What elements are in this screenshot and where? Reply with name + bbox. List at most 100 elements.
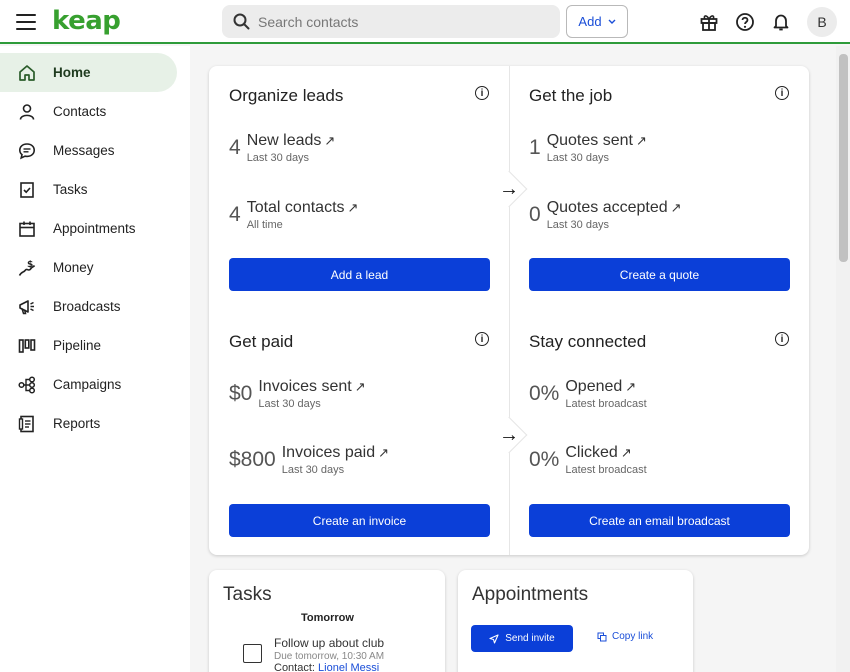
sidebar-item-label: Reports — [53, 416, 101, 431]
scrollbar[interactable] — [836, 46, 850, 672]
metric-label: Quotes sent — [546, 132, 633, 149]
create-invoice-button[interactable]: Create an invoice — [229, 504, 490, 537]
task-contact-link[interactable]: Lionel Messi — [318, 662, 379, 672]
metric-label: Clicked — [565, 444, 618, 461]
panel-title: Stay connected — [529, 332, 647, 351]
task-checkbox[interactable] — [243, 644, 262, 663]
bell-icon[interactable] — [770, 11, 792, 33]
panel-title: Get paid — [229, 332, 294, 351]
sidebar-item-contacts[interactable]: Contacts — [0, 92, 177, 131]
stay-connected-panel: Stay connected i 0% Opened ↗ Latest broad… — [509, 311, 809, 556]
metric-label: Quotes accepted — [546, 199, 668, 216]
metric-value: 0 — [529, 203, 541, 226]
sidebar-item-label: Appointments — [53, 221, 136, 236]
sidebar-item-label: Broadcasts — [53, 299, 121, 314]
top-bar: keap Add B — [0, 0, 850, 44]
gift-icon[interactable] — [698, 11, 720, 33]
send-icon — [489, 633, 499, 644]
copy-link-button[interactable]: Copy link — [597, 631, 653, 642]
organize-leads-panel: Organize leads i 4 New leads ↗ Last 30 da… — [209, 66, 509, 311]
calendar-icon — [16, 218, 38, 240]
sidebar-item-broadcasts[interactable]: Broadcasts — [0, 287, 177, 326]
create-email-broadcast-button[interactable]: Create an email broadcast — [529, 504, 790, 537]
sidebar-item-money[interactable]: $ Money — [0, 248, 177, 287]
search-icon — [233, 13, 250, 30]
sidebar-item-tasks[interactable]: Tasks — [0, 170, 177, 209]
copy-icon — [597, 632, 607, 641]
metric-value: 1 — [529, 136, 541, 159]
metric-sub: Last 30 days — [246, 152, 310, 164]
create-quote-button[interactable]: Create a quote — [529, 258, 790, 291]
sidebar-item-reports[interactable]: Reports — [0, 404, 177, 443]
metric-value: 0% — [529, 382, 560, 405]
metric-invoices-sent[interactable]: $0 Invoices sent ↗ Last 30 days — [229, 378, 366, 411]
copy-link-label: Copy link — [612, 631, 654, 642]
metric-clicked[interactable]: 0% Clicked ↗ Latest broadcast — [529, 444, 647, 477]
panel-title: Get the job — [529, 86, 613, 105]
metric-sub: Last 30 days — [281, 464, 345, 476]
add-label: Add — [578, 14, 602, 29]
task-contact: Contact: Lionel Messi — [274, 662, 379, 672]
metric-opened[interactable]: 0% Opened ↗ Latest broadcast — [529, 378, 647, 411]
info-icon[interactable]: i — [775, 332, 789, 346]
sidebar-item-label: Money — [53, 260, 94, 275]
metric-sub: Last 30 days — [546, 152, 610, 164]
task-title[interactable]: Follow up about club — [274, 636, 384, 650]
external-link-icon: ↗ — [354, 379, 366, 394]
home-icon — [16, 62, 38, 84]
info-icon[interactable]: i — [475, 332, 489, 346]
metric-label: Opened — [565, 378, 623, 395]
metric-value: $0 — [229, 382, 253, 405]
report-icon — [16, 413, 38, 435]
sidebar-item-home[interactable]: Home — [0, 53, 177, 92]
dashboard-card: Organize leads i 4 New leads ↗ Last 30 da… — [209, 66, 809, 555]
tasks-card: Tasks Tomorrow Follow up about club Due … — [209, 570, 445, 672]
sidebar-item-pipeline[interactable]: Pipeline — [0, 326, 177, 365]
avatar[interactable]: B — [807, 7, 837, 37]
svg-text:$: $ — [27, 260, 33, 270]
panel-title: Organize leads — [229, 86, 344, 105]
send-invite-button[interactable]: Send invite — [471, 625, 573, 652]
help-icon[interactable] — [734, 11, 756, 33]
search-box[interactable] — [222, 5, 560, 38]
card-title: Tasks — [223, 584, 272, 605]
metric-sub: Latest broadcast — [565, 464, 647, 476]
add-button[interactable]: Add — [566, 5, 628, 38]
menu-icon[interactable] — [16, 14, 36, 30]
sidebar-item-campaigns[interactable]: Campaigns — [0, 365, 177, 404]
sidebar-item-label: Home — [53, 65, 91, 80]
info-icon[interactable]: i — [775, 86, 789, 100]
metric-sub: Latest broadcast — [565, 398, 647, 410]
external-link-icon: ↗ — [324, 133, 336, 148]
metric-label: Invoices sent — [258, 378, 352, 395]
sidebar-item-appointments[interactable]: Appointments — [0, 209, 177, 248]
external-link-icon: ↗ — [625, 379, 637, 394]
money-icon: $ — [16, 257, 38, 279]
external-link-icon: ↗ — [635, 133, 647, 148]
get-the-job-panel: Get the job i 1 Quotes sent ↗ Last 30 day… — [509, 66, 809, 311]
metric-label: New leads — [246, 132, 322, 149]
metric-invoices-paid[interactable]: $800 Invoices paid ↗ Last 30 days — [229, 445, 389, 477]
metric-value: 0% — [529, 448, 560, 471]
metric-quotes-accepted[interactable]: 0 Quotes accepted ↗ Last 30 days — [529, 199, 682, 232]
task-due: Due tomorrow, 10:30 AM — [274, 651, 385, 662]
send-invite-label: Send invite — [505, 633, 555, 644]
metric-label: Total contacts — [246, 199, 345, 216]
scrollbar-thumb[interactable] — [839, 54, 848, 262]
add-lead-button[interactable]: Add a lead — [229, 258, 490, 291]
external-link-icon: ↗ — [670, 200, 682, 215]
megaphone-icon — [16, 296, 38, 318]
metric-new-leads[interactable]: 4 New leads ↗ Last 30 days — [229, 132, 336, 165]
task-icon — [16, 179, 38, 201]
metric-total-contacts[interactable]: 4 Total contacts ↗ All time — [229, 199, 359, 232]
chevron-down-icon — [608, 19, 616, 24]
sidebar-item-messages[interactable]: Messages — [0, 131, 177, 170]
search-input[interactable] — [258, 5, 553, 38]
external-link-icon: ↗ — [347, 200, 359, 215]
pipeline-icon — [16, 335, 38, 357]
metric-value: 4 — [229, 203, 241, 226]
keap-logo[interactable]: keap — [52, 6, 121, 36]
info-icon[interactable]: i — [475, 86, 489, 100]
metric-value: 4 — [229, 136, 241, 159]
metric-quotes-sent[interactable]: 1 Quotes sent ↗ Last 30 days — [529, 132, 647, 165]
